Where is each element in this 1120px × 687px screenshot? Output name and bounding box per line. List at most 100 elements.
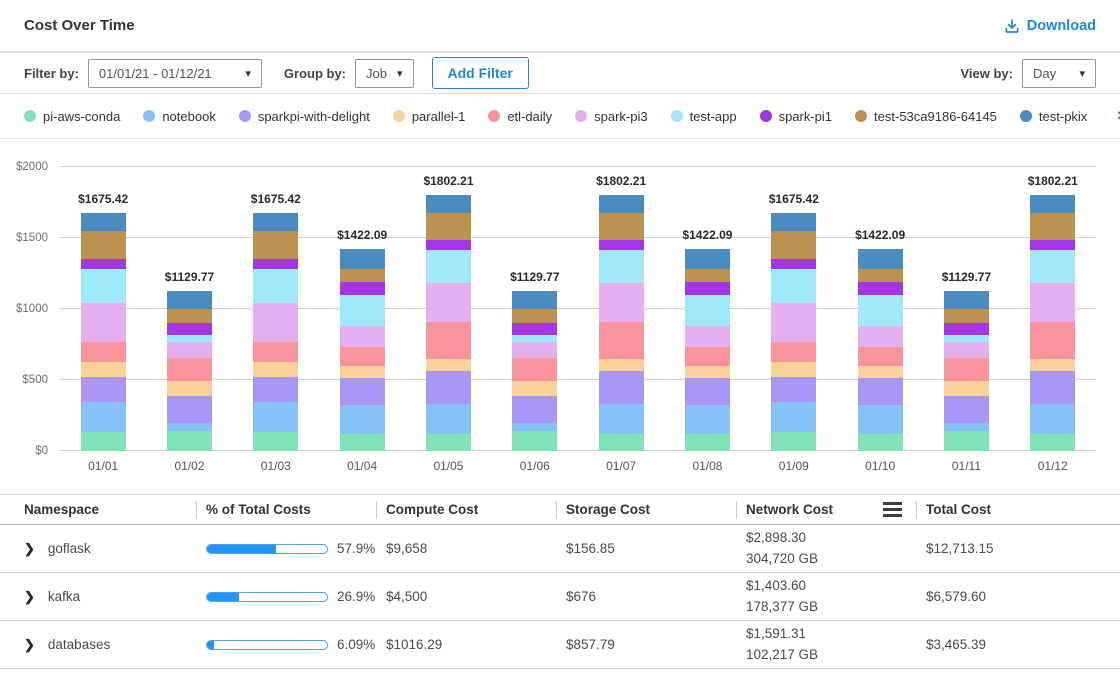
bar-segment-parallel-1[interactable] [685,366,730,378]
bar-segment-test-app[interactable] [426,250,471,283]
bar-segment-notebook[interactable] [81,402,126,432]
legend-item-parallel-1[interactable]: parallel-1 [393,109,465,124]
legend-item-test-53ca9186-64145[interactable]: test-53ca9186-64145 [855,109,997,124]
bar-segment-spark-pi1[interactable] [253,259,298,269]
bar-segment-spark-pi3[interactable] [944,342,989,357]
bar-segment-notebook[interactable] [512,423,557,431]
date-range-select[interactable]: 01/01/21 - 01/12/21 ▾ [88,59,262,88]
download-button[interactable]: Download [1004,18,1096,34]
bar-segment-etl-daily[interactable] [944,358,989,381]
bar-segment-test-app[interactable] [340,295,385,326]
bar-segment-parallel-1[interactable] [167,381,212,396]
bar-segment-test-pkix[interactable] [512,291,557,309]
legend-item-notebook[interactable]: notebook [143,109,216,124]
bar-segment-notebook[interactable] [340,405,385,433]
bar-segment-spark-pi1[interactable] [512,323,557,335]
bar-segment-test-pkix[interactable] [426,195,471,213]
bar-segment-notebook[interactable] [1030,404,1075,434]
bar-segment-test-53ca9186-64145[interactable] [426,213,471,240]
bar-column-01/06[interactable]: $1129.77 [492,167,578,451]
bar-segment-etl-daily[interactable] [599,322,644,359]
bar-segment-test-app[interactable] [1030,250,1075,283]
bar-segment-sparkpi-with-delight[interactable] [1030,371,1075,405]
bar-segment-parallel-1[interactable] [944,381,989,396]
bar-segment-etl-daily[interactable] [771,342,816,363]
group-by-select[interactable]: Job ▾ [355,59,414,88]
bar-segment-parallel-1[interactable] [253,362,298,377]
bar-segment-spark-pi1[interactable] [944,323,989,335]
bar-segment-parallel-1[interactable] [858,366,903,378]
bar-segment-notebook[interactable] [771,402,816,432]
bar-segment-pi-aws-conda[interactable] [253,432,298,451]
bar-segment-notebook[interactable] [167,423,212,431]
bar-segment-test-pkix[interactable] [81,213,126,231]
legend-item-sparkpi-with-delight[interactable]: sparkpi-with-delight [239,109,370,124]
bar-segment-test-53ca9186-64145[interactable] [685,269,730,282]
bar-segment-test-app[interactable] [253,269,298,303]
bar-segment-sparkpi-with-delight[interactable] [771,377,816,402]
bar-segment-test-53ca9186-64145[interactable] [512,309,557,323]
bar-column-01/02[interactable]: $1129.77 [146,167,232,451]
bar-segment-spark-pi3[interactable] [167,342,212,357]
bar-segment-spark-pi3[interactable] [599,283,644,321]
bar-segment-pi-aws-conda[interactable] [81,432,126,451]
bar-segment-test-53ca9186-64145[interactable] [81,231,126,259]
bar-segment-test-53ca9186-64145[interactable] [944,309,989,323]
table-row-databases[interactable]: ❯databases6.09%$1016.29$857.79$1,591.311… [0,621,1120,669]
bar-segment-pi-aws-conda[interactable] [512,431,557,451]
bar-segment-spark-pi1[interactable] [426,240,471,251]
bar-segment-pi-aws-conda[interactable] [340,434,385,451]
bar-segment-spark-pi1[interactable] [771,259,816,269]
bar-segment-spark-pi3[interactable] [771,303,816,341]
bar-segment-parallel-1[interactable] [81,362,126,377]
bar-segment-notebook[interactable] [599,404,644,434]
bar-segment-parallel-1[interactable] [771,362,816,377]
bar-segment-sparkpi-with-delight[interactable] [858,378,903,405]
bar-segment-test-app[interactable] [771,269,816,303]
bar-segment-parallel-1[interactable] [599,359,644,371]
bar-segment-test-app[interactable] [81,269,126,303]
bar-segment-test-app[interactable] [858,295,903,326]
bar-segment-sparkpi-with-delight[interactable] [512,396,557,424]
bar-segment-pi-aws-conda[interactable] [858,434,903,451]
menu-icon[interactable] [883,502,902,517]
bar-segment-spark-pi3[interactable] [340,326,385,347]
bar-segment-notebook[interactable] [858,405,903,433]
bar-segment-notebook[interactable] [944,423,989,431]
bar-segment-pi-aws-conda[interactable] [1030,434,1075,451]
bar-segment-test-53ca9186-64145[interactable] [771,231,816,259]
bar-segment-spark-pi3[interactable] [1030,283,1075,321]
bar-column-01/09[interactable]: $1675.42 [751,167,837,451]
bar-segment-test-pkix[interactable] [685,249,730,269]
bar-column-01/03[interactable]: $1675.42 [233,167,319,451]
bar-segment-etl-daily[interactable] [340,347,385,366]
legend-item-spark-pi1[interactable]: spark-pi1 [760,109,832,124]
chevron-right-icon[interactable]: ❯ [24,541,35,557]
bar-segment-pi-aws-conda[interactable] [944,431,989,451]
bar-segment-test-pkix[interactable] [1030,195,1075,213]
legend-item-etl-daily[interactable]: etl-daily [488,109,552,124]
bar-column-01/07[interactable]: $1802.21 [578,167,664,451]
bar-segment-test-pkix[interactable] [944,291,989,309]
legend-item-test-app[interactable]: test-app [671,109,737,124]
bar-segment-test-pkix[interactable] [858,249,903,269]
chevron-right-icon[interactable]: ❯ [24,637,35,653]
bar-column-01/12[interactable]: $1802.21 [1010,167,1096,451]
bar-segment-notebook[interactable] [426,404,471,434]
bar-segment-sparkpi-with-delight[interactable] [167,396,212,424]
bar-segment-test-53ca9186-64145[interactable] [858,269,903,282]
view-by-select[interactable]: Day ▾ [1022,59,1096,88]
bar-segment-parallel-1[interactable] [512,381,557,396]
bar-segment-spark-pi3[interactable] [858,326,903,347]
bar-segment-spark-pi3[interactable] [81,303,126,341]
bar-segment-spark-pi1[interactable] [81,259,126,269]
bar-segment-pi-aws-conda[interactable] [771,432,816,451]
bar-segment-pi-aws-conda[interactable] [426,434,471,451]
bar-segment-spark-pi3[interactable] [426,283,471,321]
bar-segment-test-pkix[interactable] [599,195,644,213]
bar-segment-sparkpi-with-delight[interactable] [426,371,471,405]
bar-segment-spark-pi1[interactable] [685,282,730,295]
add-filter-button[interactable]: Add Filter [432,57,529,89]
bar-segment-etl-daily[interactable] [512,358,557,381]
bar-segment-test-app[interactable] [599,250,644,283]
